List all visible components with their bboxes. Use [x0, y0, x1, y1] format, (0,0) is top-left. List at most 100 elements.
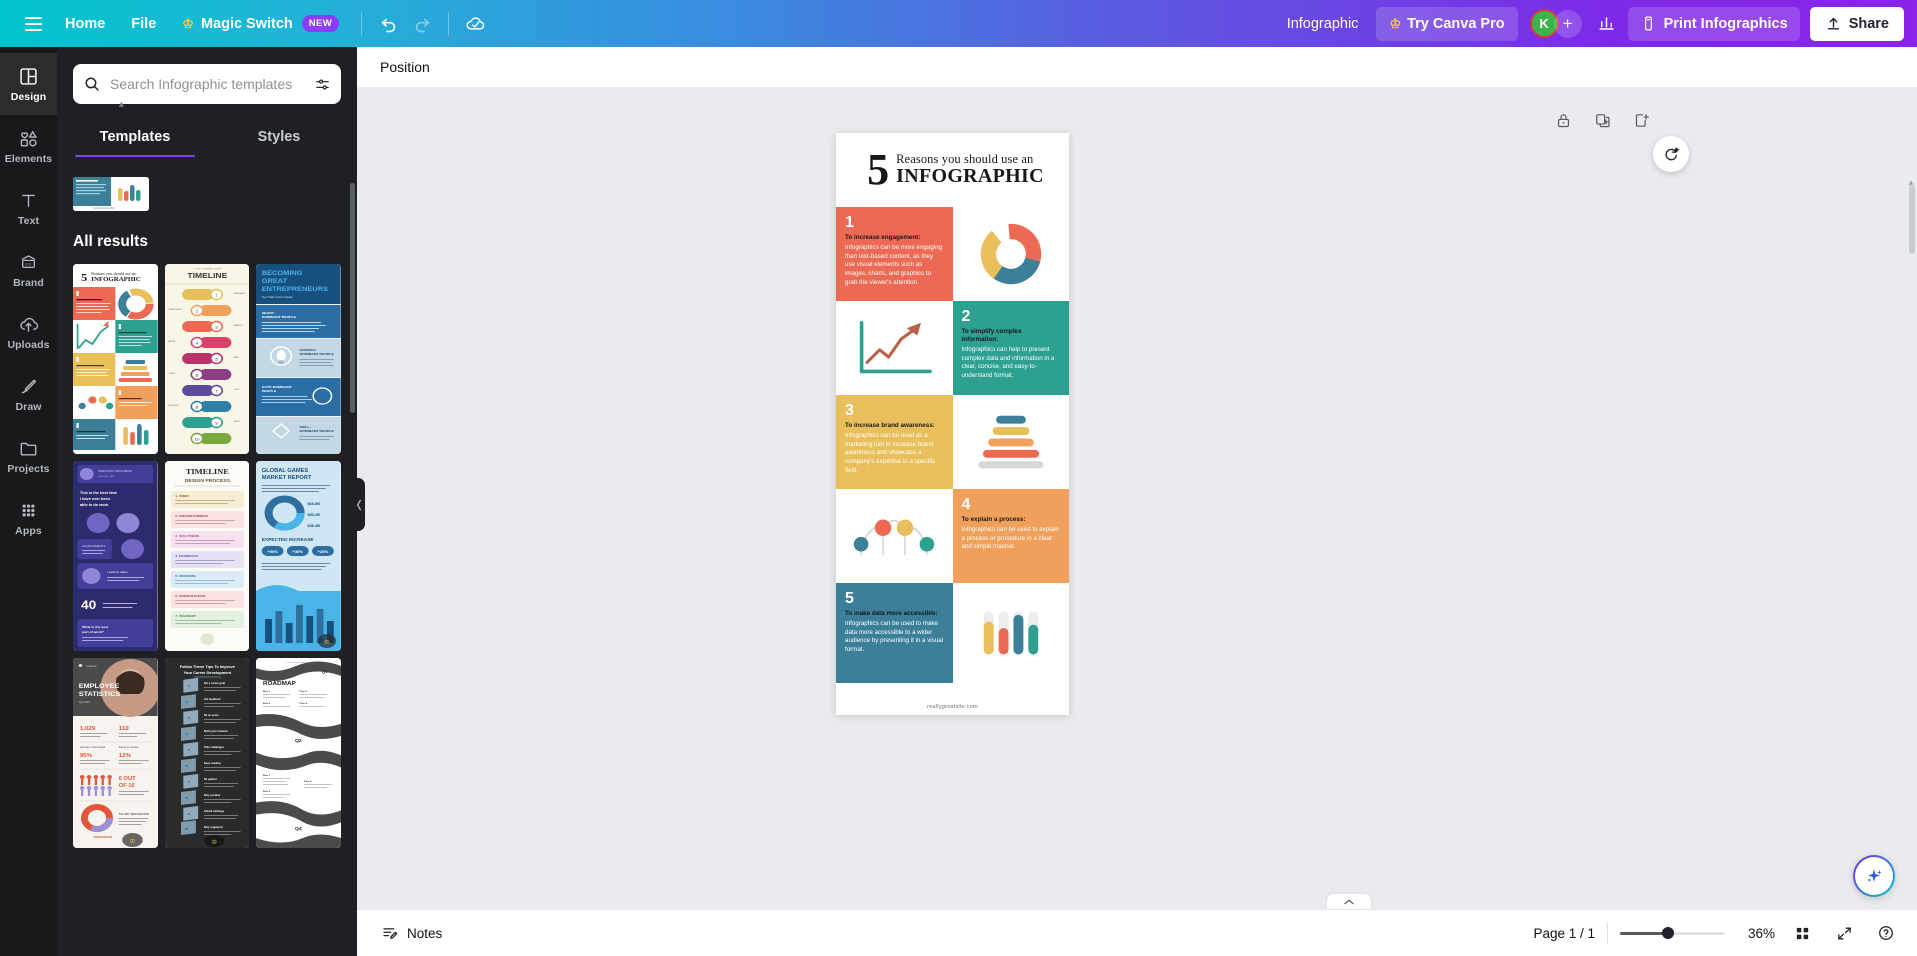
- sidebar-label-elements: Elements: [4, 152, 53, 165]
- pencil-draw-icon: [21, 379, 37, 393]
- template-thumbnail[interactable]: BECOMING GREAT ENTREPRENEURS Top Traits …: [256, 264, 341, 454]
- svg-text:8: 8: [185, 796, 187, 800]
- section-4-text[interactable]: 4 To explain a process: Infographics can…: [952, 489, 1069, 583]
- section-5-text[interactable]: 5 To make data more accessible: Infograp…: [836, 583, 953, 683]
- sidebar-item-apps[interactable]: Apps: [0, 487, 57, 549]
- canvas-area[interactable]: 5 Reasons you should use an INFOGRAPHIC …: [357, 88, 1917, 909]
- cloud-check-icon[interactable]: [458, 7, 492, 41]
- zoom-slider-knob[interactable]: [1662, 927, 1674, 939]
- section-2-heading: To simplify complex information:: [961, 328, 1022, 343]
- thumbnail-preview: CREATIVE EMPLOYEE STATISTICS Q4 2023 1,0…: [73, 658, 158, 848]
- search-box[interactable]: [73, 64, 341, 104]
- svg-text:Plan 2: Plan 2: [300, 690, 308, 693]
- sidebar-item-text[interactable]: Text: [0, 177, 57, 239]
- infographic-section[interactable]: 5 To make data more accessible: Infograp…: [836, 583, 1069, 683]
- svg-text:APRIL: APRIL: [168, 340, 176, 343]
- expand-fullscreen-icon[interactable]: [1829, 918, 1859, 948]
- sidebar-item-elements[interactable]: Elements: [0, 115, 57, 177]
- grid-view-icon[interactable]: [1787, 918, 1817, 948]
- svg-text:DOMINANT PEOPLE: DOMINANT PEOPLE: [300, 352, 335, 356]
- templates-panel: ▲ Templates Styles: [57, 47, 357, 956]
- add-collaborator-button[interactable]: +: [1553, 9, 1582, 38]
- help-question-icon[interactable]: [1871, 918, 1901, 948]
- replace-refresh-icon[interactable]: [1653, 136, 1689, 172]
- svg-text:GREAT: GREAT: [262, 278, 288, 285]
- redo-icon[interactable]: [405, 7, 439, 41]
- svg-text:12%: 12%: [119, 753, 131, 759]
- hamburger-icon[interactable]: [14, 7, 52, 41]
- tab-templates[interactable]: Templates: [63, 120, 207, 157]
- sidebar-item-draw[interactable]: Draw: [0, 363, 57, 425]
- section-2-graphic[interactable]: [836, 301, 953, 395]
- document-title[interactable]: Infographic: [1273, 16, 1373, 32]
- section-2-text[interactable]: 2 To simplify complex information: Infog…: [952, 301, 1069, 395]
- svg-text:OF 10: OF 10: [119, 783, 135, 789]
- section-1-graphic[interactable]: [952, 207, 1069, 301]
- sidebar-item-projects[interactable]: Projects: [0, 425, 57, 487]
- infographic-footer: reallygreatsite.com: [836, 683, 1069, 715]
- thumbnail-preview: BECOMING GREAT ENTREPRENEURS Top Traits …: [256, 264, 341, 454]
- magic-switch-label: Magic Switch: [200, 15, 293, 32]
- print-infographics-button[interactable]: Print Infographics: [1627, 6, 1800, 41]
- thumbnail-partial[interactable]: [73, 177, 149, 211]
- magic-sparkle-icon[interactable]: [1853, 855, 1895, 897]
- duplicate-page-icon[interactable]: [1594, 112, 1611, 134]
- panel-scroll-up-caret[interactable]: ▲: [117, 99, 126, 109]
- svg-text:TIMELINE: TIMELINE: [187, 271, 228, 279]
- sidebar-label-brand: Brand: [13, 276, 44, 289]
- panel-scrollbar[interactable]: [350, 183, 355, 413]
- svg-text:able to do work: able to do work: [80, 503, 109, 507]
- file-button[interactable]: File: [118, 7, 169, 41]
- sidebar-item-design[interactable]: Design: [0, 53, 57, 115]
- lock-icon[interactable]: [1555, 112, 1572, 134]
- section-3-text[interactable]: 3 To increase brand awareness: Infograph…: [836, 395, 953, 489]
- undo-icon[interactable]: [371, 7, 405, 41]
- template-thumbnail[interactable]: PERSONAL PROGRESS REPORT 2024 This is th…: [73, 461, 158, 651]
- section-5-graphic[interactable]: [952, 583, 1069, 683]
- canvas-scrollbar[interactable]: [1909, 184, 1915, 254]
- panel-scroll-region[interactable]: All results 5 Reasons you should use an …: [57, 173, 357, 956]
- svg-text:JANUARY: JANUARY: [233, 292, 245, 295]
- tab-styles[interactable]: Styles: [207, 120, 351, 157]
- sidebar-item-brand[interactable]: CO. Brand: [0, 239, 57, 301]
- design-page[interactable]: 5 Reasons you should use an INFOGRAPHIC …: [836, 133, 1069, 715]
- infographic-section[interactable]: 3 To increase brand awareness: Infograph…: [836, 395, 1069, 489]
- svg-text:$38.4B: $38.4B: [308, 524, 321, 528]
- template-thumbnail[interactable]: TIMELINE DESIGN PROCESS 1. BRIEF 2. BRAI…: [164, 461, 250, 651]
- position-button[interactable]: Position: [380, 59, 430, 75]
- add-page-icon[interactable]: [1633, 112, 1650, 134]
- notes-button[interactable]: Notes: [371, 918, 452, 948]
- infographic-section[interactable]: 2 To simplify complex information: Infog…: [836, 301, 1069, 395]
- svg-text:♔: ♔: [211, 839, 217, 846]
- svg-text:5: 5: [81, 271, 87, 284]
- search-input[interactable]: [110, 76, 305, 92]
- share-button[interactable]: Share: [1809, 6, 1904, 41]
- section-1-text[interactable]: 1 To increase engagement: Infographics c…: [836, 207, 953, 301]
- template-thumbnail[interactable]: CREATIVE EMPLOYEE STATISTICS Q4 2023 1,0…: [73, 658, 158, 848]
- shapes-icon: [20, 129, 37, 147]
- template-thumbnail[interactable]: GLOBAL GAMES MARKET REPORT $65.8B $93.2B…: [256, 461, 341, 651]
- section-4-heading: To explain a process:: [961, 516, 1026, 523]
- section-4-graphic[interactable]: [836, 489, 953, 583]
- infographic-section[interactable]: 4 To explain a process: Infographics can…: [836, 489, 1069, 583]
- page-toolbar: [1555, 112, 1650, 134]
- svg-text:Plan 3: Plan 3: [263, 702, 271, 705]
- collapse-panel-button[interactable]: [352, 478, 365, 531]
- sidebar-item-uploads[interactable]: Uploads: [0, 301, 57, 363]
- section-3-body: Infographics can be used as a marketing …: [845, 431, 936, 475]
- try-canva-pro-button[interactable]: ♔ Try Canva Pro: [1376, 6, 1518, 41]
- section-3-graphic[interactable]: [952, 395, 1069, 489]
- template-thumbnail[interactable]: 5 Reasons you should use an INFOGRAPHIC: [73, 264, 158, 454]
- template-thumbnail[interactable]: www.reallygreatsite.com ROADMAP Q1 Plan …: [256, 658, 341, 848]
- template-thumbnail[interactable]: YOUR COMPANY NAME TIMELINE 1 2 3 4 5 6 7…: [164, 264, 250, 454]
- template-thumbnail[interactable]: Follow These Tips To Improve Your Career…: [164, 658, 250, 848]
- expand-pages-caret[interactable]: [1327, 894, 1371, 909]
- notes-edit-icon: [383, 928, 398, 939]
- magic-switch-button[interactable]: ♔ Magic Switch NEW: [169, 7, 352, 41]
- bar-chart-icon[interactable]: [1590, 7, 1624, 41]
- infographic-section[interactable]: 1 To increase engagement: Infographics c…: [836, 207, 1069, 301]
- zoom-slider[interactable]: [1620, 926, 1725, 940]
- svg-text:I have ever been: I have ever been: [80, 497, 110, 501]
- home-button[interactable]: Home: [52, 7, 118, 41]
- svg-text:SALARY CONCERNS: SALARY CONCERNS: [80, 746, 106, 749]
